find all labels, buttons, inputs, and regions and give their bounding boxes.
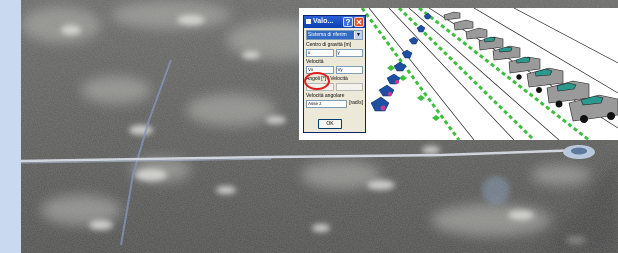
center-x-field[interactable]: x: [306, 49, 334, 57]
center-of-gravity-label: Centro di gravità [m]: [306, 42, 352, 48]
simulation-inset: Valo... ? ✕ Sistema di riferim ▼ Centro …: [299, 8, 618, 140]
speed-y-field[interactable]: Vy: [335, 66, 363, 74]
angular-speed-label: Velocità angolare: [306, 93, 345, 99]
dialog-body: Sistema di riferim ▼ Centro di gravità […: [304, 28, 365, 108]
dialog-title-bar: Valo... ? ✕: [304, 16, 365, 28]
angular-speed-unit: [rad/s]: [349, 100, 363, 106]
red-highlight-circle: [304, 72, 330, 90]
close-button[interactable]: ✕: [354, 17, 364, 27]
chevron-down-icon[interactable]: ▼: [355, 31, 362, 39]
reference-system-value: Sistema di riferim: [307, 31, 354, 39]
angular-speed-field[interactable]: Asse z: [306, 100, 348, 108]
dialog-title: Valo...: [313, 18, 334, 25]
center-y-field[interactable]: y: [335, 49, 363, 57]
ok-button[interactable]: OK: [318, 119, 342, 129]
values-dialog: Valo... ? ✕ Sistema di riferim ▼ Centro …: [303, 15, 366, 133]
window-icon: [306, 18, 311, 24]
reference-system-select[interactable]: Sistema di riferim ▼: [306, 30, 363, 40]
angle-field-b[interactable]: [335, 83, 363, 91]
speed-label: Velocità: [306, 59, 324, 65]
help-button[interactable]: ?: [343, 17, 353, 27]
